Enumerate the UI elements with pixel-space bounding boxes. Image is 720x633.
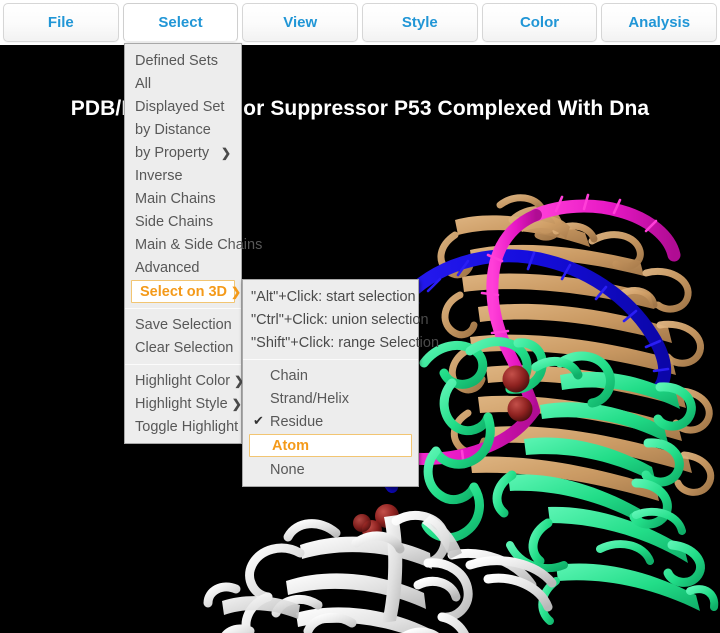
menu-button-analysis-label: Analysis xyxy=(628,14,691,31)
menu-item-side-chains[interactable]: Side Chains xyxy=(125,210,241,233)
menu-button-view-label: View xyxy=(283,14,318,31)
menu-item-granularity-chain[interactable]: Chain xyxy=(243,364,418,387)
menu-button-color[interactable]: Color xyxy=(481,3,598,42)
menu-item-toggle-highlight-label: Toggle Highlight xyxy=(135,418,239,435)
menu-item-granularity-none[interactable]: None xyxy=(243,458,418,481)
menu-item-save-selection[interactable]: Save Selection xyxy=(125,313,241,336)
menu-item-inverse-label: Inverse xyxy=(135,167,183,184)
menu-item-by-property[interactable]: by Property ❯ xyxy=(125,141,241,164)
menu-item-select-on-3d-label: Select on 3D xyxy=(140,283,228,300)
menu-separator xyxy=(243,359,418,360)
menu-item-granularity-chain-label: Chain xyxy=(270,367,308,384)
menu-item-main-and-side-chains-label: Main & Side Chains xyxy=(135,236,263,253)
hint-shift-click: "Shift"+Click: range Selection xyxy=(251,334,440,351)
hint-alt-click: "Alt"+Click: start selection xyxy=(251,288,416,305)
menu-item-displayed-set-label: Displayed Set xyxy=(135,98,225,115)
menu-item-clear-selection-label: Clear Selection xyxy=(135,339,234,356)
menu-item-defined-sets-label: Defined Sets xyxy=(135,52,219,69)
menu-item-granularity-atom-label: Atom xyxy=(272,437,310,454)
menu-item-displayed-set[interactable]: Displayed Set xyxy=(125,95,241,118)
menu-button-select-label: Select xyxy=(158,14,203,31)
menu-item-highlight-color[interactable]: Highlight Color ❯ xyxy=(125,369,244,392)
menu-item-granularity-atom[interactable]: Atom xyxy=(249,434,412,457)
menu-item-granularity-strand-helix-label: Strand/Helix xyxy=(270,390,349,407)
menu-button-style[interactable]: Style xyxy=(362,3,478,42)
molecular-viewer-app: File Select View Style Color Analysis PD… xyxy=(0,0,720,633)
hint-ctrl-click: "Ctrl"+Click: union selection xyxy=(251,311,429,328)
menu-item-side-chains-label: Side Chains xyxy=(135,213,214,230)
menu-item-granularity-residue[interactable]: ✔ Residue xyxy=(243,410,418,433)
menu-item-select-on-3d[interactable]: Select on 3D ❯ xyxy=(131,280,241,303)
chevron-right-icon: ❯ xyxy=(231,396,242,411)
menu-item-granularity-strand-helix[interactable]: Strand/Helix xyxy=(243,387,418,410)
main-menu-bar: File Select View Style Color Analysis xyxy=(0,0,720,45)
menu-item-save-selection-label: Save Selection xyxy=(135,316,232,333)
menu-separator xyxy=(125,308,241,309)
menu-item-all[interactable]: All xyxy=(125,72,241,95)
menu-button-file-label: File xyxy=(47,14,74,31)
menu-button-select[interactable]: Select xyxy=(122,3,239,42)
menu-item-by-distance-label: by Distance xyxy=(135,121,211,138)
menu-item-highlight-color-label: Highlight Color xyxy=(135,372,231,389)
menu-item-defined-sets[interactable]: Defined Sets xyxy=(125,49,241,72)
menu-button-color-label: Color xyxy=(519,14,560,31)
menu-button-file[interactable]: File xyxy=(3,3,119,42)
menu-item-clear-selection[interactable]: Clear Selection xyxy=(125,336,241,359)
menu-button-style-label: Style xyxy=(401,14,438,31)
chevron-right-icon: ❯ xyxy=(220,145,231,160)
menu-item-toggle-highlight[interactable]: Toggle Highlight xyxy=(125,415,241,438)
chevron-right-icon: ❯ xyxy=(231,284,242,299)
select-dropdown-menu: Defined Sets All Displayed Set by Distan… xyxy=(124,43,262,444)
menu-item-by-distance[interactable]: by Distance xyxy=(125,118,241,141)
menu-item-inverse[interactable]: Inverse xyxy=(125,164,241,187)
menu-item-granularity-residue-label: Residue xyxy=(270,413,324,430)
select-on-3d-submenu: "Alt"+Click: start selection "Ctrl"+Clic… xyxy=(242,279,440,487)
menu-button-view[interactable]: View xyxy=(242,3,359,42)
menu-item-main-and-side-chains[interactable]: Main & Side Chains xyxy=(125,233,262,256)
menu-item-highlight-style-label: Highlight Style xyxy=(135,395,228,412)
menu-item-all-label: All xyxy=(135,75,152,92)
check-icon: ✔ xyxy=(253,413,264,428)
menu-item-advanced[interactable]: Advanced xyxy=(125,256,241,279)
menu-item-main-chains[interactable]: Main Chains xyxy=(125,187,241,210)
menu-item-highlight-style[interactable]: Highlight Style ❯ xyxy=(125,392,242,415)
menu-separator xyxy=(125,364,241,365)
menu-item-granularity-none-label: None xyxy=(270,461,305,478)
menu-button-analysis[interactable]: Analysis xyxy=(601,3,718,42)
menu-item-advanced-label: Advanced xyxy=(135,259,200,276)
menu-item-by-property-label: by Property xyxy=(135,144,210,161)
menu-item-main-chains-label: Main Chains xyxy=(135,190,216,207)
